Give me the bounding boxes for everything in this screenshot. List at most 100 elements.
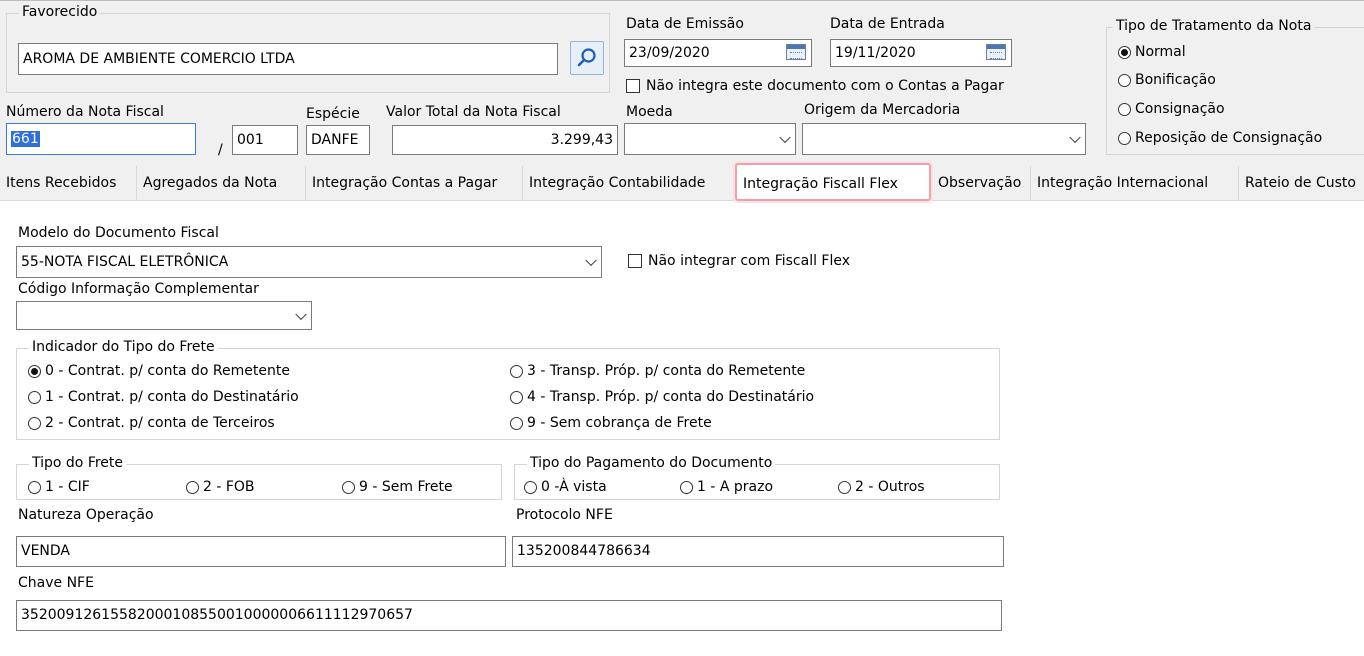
radio-icon[interactable] xyxy=(186,480,199,494)
nao-integrar-fiscall-label: Não integrar com Fiscall Flex xyxy=(648,253,851,269)
frete-indicador-9-radio[interactable]: 9 - Sem cobrança de Frete xyxy=(510,414,712,432)
modelo-select[interactable]: 55-NOTA FISCAL ELETRÔNICA xyxy=(16,246,602,278)
moeda-select[interactable] xyxy=(624,123,796,155)
radio-icon[interactable] xyxy=(680,480,693,494)
moeda-label: Moeda xyxy=(626,104,673,120)
radio-icon[interactable] xyxy=(28,416,41,430)
data-entrada-value: 19/11/2020 xyxy=(835,45,916,61)
radio-selected-icon[interactable] xyxy=(1118,45,1131,59)
chave-label: Chave NFE xyxy=(18,575,94,591)
frete-indicador-2-radio[interactable]: 2 - Contrat. p/ conta de Terceiros xyxy=(28,414,275,432)
radio-label: 9 - Sem cobrança de Frete xyxy=(527,415,712,431)
radio-label: Reposição de Consignação xyxy=(1135,130,1323,146)
radio-label: 2 - FOB xyxy=(203,479,255,495)
valor-total-label: Valor Total da Nota Fiscal xyxy=(386,104,561,120)
modelo-value: 55-NOTA FISCAL ELETRÔNICA xyxy=(21,254,229,270)
checkbox-box[interactable] xyxy=(626,79,640,93)
frete-indicador-0-radio[interactable]: 0 - Contrat. p/ conta do Remetente xyxy=(28,362,290,380)
tab-agregados-da-nota[interactable]: Agregados da Nota xyxy=(137,166,306,200)
radio-label: 1 - A prazo xyxy=(697,479,774,495)
radio-icon[interactable] xyxy=(28,390,41,404)
origem-select[interactable] xyxy=(802,123,1086,155)
radio-icon[interactable] xyxy=(524,480,537,494)
tipo-frete-sem-frete-radio[interactable]: 9 - Sem Frete xyxy=(342,478,453,496)
tipo-frete-title: Tipo do Frete xyxy=(29,454,127,472)
radio-icon[interactable] xyxy=(510,390,523,404)
calendar-icon[interactable] xyxy=(786,44,806,60)
radio-icon[interactable] xyxy=(838,480,851,494)
tratamento-bonificacao-radio[interactable]: Bonificação xyxy=(1118,71,1216,89)
calendar-icon[interactable] xyxy=(986,44,1006,60)
nao-integrar-fiscall-checkbox[interactable]: Não integrar com Fiscall Flex xyxy=(628,252,850,270)
radio-label: 2 - Outros xyxy=(855,479,925,495)
data-emissao-label: Data de Emissão xyxy=(626,16,744,32)
tab-integracao-internacional[interactable]: Integração Internacional xyxy=(1031,166,1239,200)
tab-observacao[interactable]: Observação xyxy=(932,166,1031,200)
tab-bar: Itens Recebidos Agregados da Nota Integr… xyxy=(0,163,1364,201)
favorecido-label: Favorecido xyxy=(19,3,101,21)
protocolo-label: Protocolo NFE xyxy=(516,507,613,523)
modelo-label: Modelo do Documento Fiscal xyxy=(18,225,219,241)
natureza-input[interactable]: VENDA xyxy=(16,536,506,567)
radio-label: 0 -À vista xyxy=(541,479,607,495)
radio-selected-icon[interactable] xyxy=(28,364,41,378)
serie-separator: / xyxy=(218,142,223,158)
data-emissao-input[interactable]: 23/09/2020 xyxy=(624,39,812,67)
tab-itens-recebidos[interactable]: Itens Recebidos xyxy=(0,166,137,200)
radio-icon[interactable] xyxy=(1118,102,1131,116)
radio-icon[interactable] xyxy=(342,480,355,494)
frete-indicador-title: Indicador do Tipo do Frete xyxy=(29,338,218,356)
chave-input[interactable]: 3520091261558200010855001000000661111297… xyxy=(16,600,1002,631)
tab-rateio-de-custo[interactable]: Rateio de Custo xyxy=(1239,166,1364,200)
radio-label: Normal xyxy=(1135,44,1186,60)
tipo-pagamento-avista-radio[interactable]: 0 -À vista xyxy=(524,478,607,496)
tratamento-title: Tipo de Tratamento da Nota xyxy=(1113,17,1315,35)
chevron-down-icon[interactable] xyxy=(585,254,597,267)
data-entrada-input[interactable]: 19/11/2020 xyxy=(830,39,1012,67)
radio-icon[interactable] xyxy=(1118,131,1131,145)
favorecido-input[interactable]: AROMA DE AMBIENTE COMERCIO LTDA xyxy=(18,43,558,75)
tratamento-reposicao-radio[interactable]: Reposição de Consignação xyxy=(1118,129,1322,147)
natureza-label: Natureza Operação xyxy=(18,507,154,523)
serie-input[interactable]: 001 xyxy=(232,125,298,155)
radio-icon[interactable] xyxy=(510,364,523,378)
checkbox-box[interactable] xyxy=(628,254,642,268)
numero-nf-label: Número da Nota Fiscal xyxy=(6,104,164,120)
tratamento-normal-radio[interactable]: Normal xyxy=(1118,43,1186,61)
numero-nf-input[interactable]: 661 xyxy=(6,123,196,155)
radio-label: 0 - Contrat. p/ conta do Remetente xyxy=(45,363,290,379)
frete-indicador-4-radio[interactable]: 4 - Transp. Próp. p/ conta do Destinatár… xyxy=(510,388,814,406)
codigo-info-select[interactable] xyxy=(16,301,312,330)
frete-indicador-1-radio[interactable]: 1 - Contrat. p/ conta do Destinatário xyxy=(28,388,299,406)
radio-icon[interactable] xyxy=(28,480,41,494)
tab-integracao-fiscall-flex[interactable]: Integração Fiscall Flex xyxy=(735,163,931,201)
chevron-down-icon[interactable] xyxy=(779,131,791,144)
data-emissao-value: 23/09/2020 xyxy=(629,45,710,61)
tipo-frete-fob-radio[interactable]: 2 - FOB xyxy=(186,478,255,496)
tab-integracao-contabilidade[interactable]: Integração Contabilidade xyxy=(523,166,734,200)
tipo-frete-cif-radio[interactable]: 1 - CIF xyxy=(28,478,90,496)
radio-label: Consignação xyxy=(1135,101,1225,117)
chevron-down-icon[interactable] xyxy=(295,308,307,320)
nao-integra-contas-checkbox[interactable]: Não integra este documento com o Contas … xyxy=(626,77,1004,95)
search-button[interactable] xyxy=(570,41,604,75)
chevron-down-icon[interactable] xyxy=(1069,131,1081,144)
tipo-pagamento-outros-radio[interactable]: 2 - Outros xyxy=(838,478,925,496)
radio-label: 9 - Sem Frete xyxy=(359,479,453,495)
radio-icon[interactable] xyxy=(1118,73,1131,87)
valor-total-input[interactable]: 3.299,43 xyxy=(392,125,618,155)
radio-label: Bonificação xyxy=(1135,72,1216,88)
protocolo-input[interactable]: 135200844786634 xyxy=(512,536,1004,567)
radio-icon[interactable] xyxy=(510,416,523,430)
tab-integracao-contas-pagar[interactable]: Integração Contas a Pagar xyxy=(306,166,523,200)
radio-label: 3 - Transp. Próp. p/ conta do Remetente xyxy=(527,363,806,379)
nao-integra-contas-label: Não integra este documento com o Contas … xyxy=(646,78,1004,94)
search-icon xyxy=(577,48,596,67)
frete-indicador-3-radio[interactable]: 3 - Transp. Próp. p/ conta do Remetente xyxy=(510,362,805,380)
radio-label: 2 - Contrat. p/ conta de Terceiros xyxy=(45,415,275,431)
tratamento-consignacao-radio[interactable]: Consignação xyxy=(1118,100,1225,118)
numero-nf-value: 661 xyxy=(11,131,40,147)
especie-input[interactable]: DANFE xyxy=(306,125,370,155)
tipo-pagamento-title: Tipo do Pagamento do Documento xyxy=(527,454,776,472)
tipo-pagamento-aprazo-radio[interactable]: 1 - A prazo xyxy=(680,478,773,496)
